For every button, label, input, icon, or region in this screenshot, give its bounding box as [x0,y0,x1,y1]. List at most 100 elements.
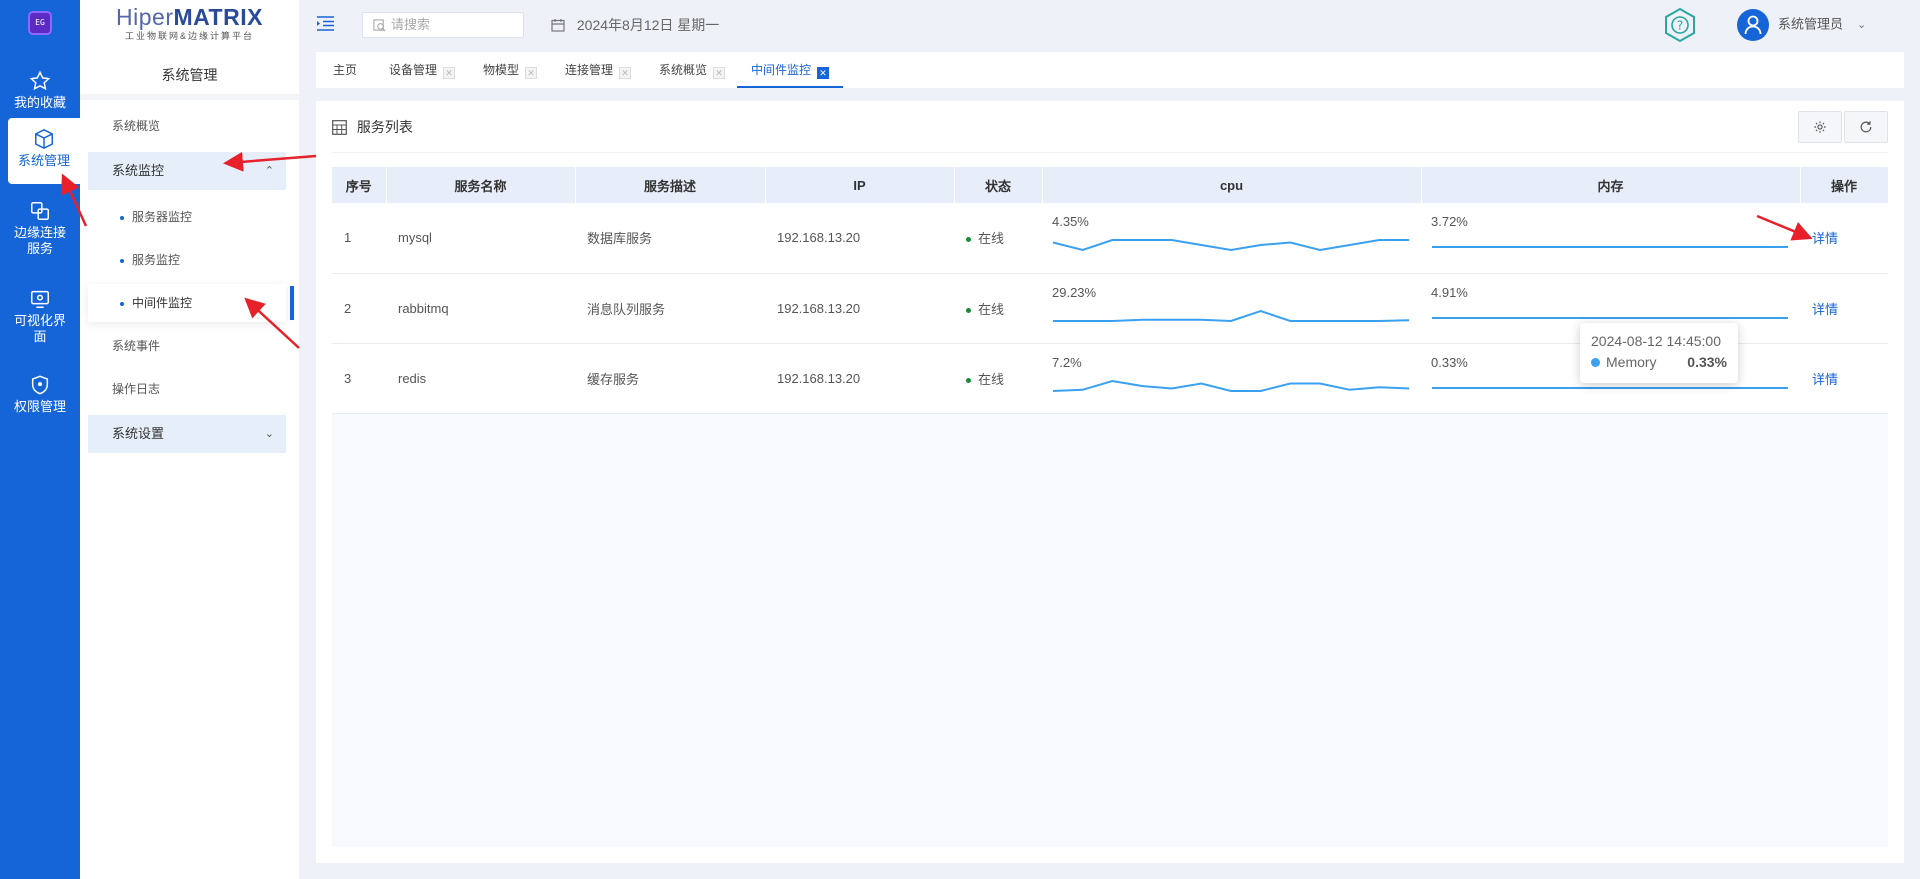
star-icon [29,70,51,91]
memory-sparkline [1432,246,1788,248]
cpu-cell: 29.23% [1042,273,1421,344]
cpu-sparkline [1052,239,1409,252]
service-name: mysql [386,203,575,274]
brand-logo: HiperMATRIX 工业物联网&边缘计算平台 [116,4,263,41]
row-number: 3 [332,343,386,414]
bullet-icon [120,301,124,306]
details-link[interactable]: 详情 [1800,343,1888,414]
help-icon[interactable]: ? [1663,7,1697,43]
sparkline-series [1053,309,1410,322]
table-row: 1 mysql 数据库服务 192.168.13.20 在线 4.35% 3.7… [332,203,1888,274]
menu-item-server-monitor[interactable]: 服务器监控 [88,198,286,236]
box-icon [35,129,53,149]
calendar-icon [551,19,565,32]
current-date: 2024年8月12日 星期一 [551,15,719,35]
rail-item-system-management[interactable]: 系统管理 [8,118,80,184]
close-icon[interactable]: ✕ [817,67,830,79]
cpu-cell: 4.35% [1042,203,1421,274]
column-header: 内存 [1421,167,1801,203]
online-dot-icon [966,377,971,383]
cpu-cell: 7.2% [1042,343,1421,414]
column-header: 序号 [332,167,387,203]
series-dot-icon [1591,358,1600,367]
close-icon[interactable]: ✕ [619,67,632,79]
column-header: 服务名称 [386,167,576,203]
monitor-icon [31,290,49,308]
tooltip-time: 2024-08-12 14:45:00 [1591,333,1721,349]
column-header: cpu [1042,167,1422,203]
user-menu[interactable]: 系统管理员 ⌄ [1737,9,1866,41]
rail-item-edge-connection[interactable]: 边缘连接 服务 [0,190,80,266]
tab-connection-management[interactable]: 连接管理 ✕ [565,52,632,88]
menu-item-middleware-monitor[interactable]: 中间件监控 [88,284,294,322]
online-dot-icon [966,307,971,313]
service-ip: 192.168.13.20 [765,273,954,344]
column-header: 服务描述 [575,167,766,203]
tooltip-series: Memory [1606,354,1657,370]
bullet-icon [120,215,124,220]
top-header: 请搜索 2024年8月12日 星期一 ? 系统管理员 ⌄ [299,0,1920,50]
table-icon [332,120,347,135]
service-description: 缓存服务 [575,343,765,414]
tab-middleware-monitor[interactable]: 中间件监控 ✕ [737,52,844,88]
service-name: rabbitmq [386,273,575,344]
search-icon [373,19,386,32]
refresh-button[interactable] [1844,111,1888,143]
memory-sparkline [1432,316,1788,319]
app-logo: EG [28,11,52,35]
tab-system-overview[interactable]: 系统概览 ✕ [659,52,726,88]
details-link[interactable]: 详情 [1800,203,1888,274]
sidebar-title: 系统管理 [80,50,299,100]
memory-cell: 3.72% [1421,203,1800,274]
details-link[interactable]: 详情 [1800,273,1888,344]
tab-home[interactable]: 主页 [333,52,357,88]
service-name: redis [386,343,575,414]
tab-device-management[interactable]: 设备管理 ✕ [389,52,456,88]
cpu-sparkline [1053,309,1410,322]
tooltip-value: 0.33% [1687,354,1727,370]
chevron-down-icon: ⌄ [264,428,274,440]
settings-button[interactable] [1798,111,1842,143]
menu-item-service-monitor[interactable]: 服务监控 [88,241,286,279]
close-icon[interactable]: ✕ [525,67,538,79]
link-icon [31,202,49,220]
bullet-icon [120,258,124,263]
chart-tooltip: 2024-08-12 14:45:00 Memory 0.33% [1580,323,1738,383]
column-header: IP [765,167,955,203]
primary-nav-rail: EG 我的收藏 系统管理 边缘连接 服务 可视化界 面 权限管理 [0,0,80,879]
search-input[interactable]: 请搜索 [362,12,524,38]
online-dot-icon [966,237,971,243]
cpu-sparkline [1052,379,1410,392]
status-badge: 在线 [954,343,1042,414]
row-number: 1 [332,203,386,274]
status-badge: 在线 [954,273,1042,344]
menu-toggle-icon[interactable] [317,16,334,31]
rail-item-permissions[interactable]: 权限管理 [0,364,80,430]
menu-item-system-events[interactable]: 系统事件 [88,327,286,365]
tab-thing-model[interactable]: 物模型 ✕ [483,52,538,88]
close-icon[interactable]: ✕ [443,67,456,79]
row-number: 2 [332,273,386,344]
service-ip: 192.168.13.20 [765,343,954,414]
service-ip: 192.168.13.20 [765,203,954,274]
menu-item-system-overview[interactable]: 系统概览 [88,107,286,145]
avatar [1737,9,1769,41]
gear-icon [1814,121,1826,133]
card-title: 服务列表 [332,117,413,137]
rail-item-favorites[interactable]: 我的收藏 [0,60,80,126]
service-description: 消息队列服务 [575,273,765,344]
chevron-up-icon: ⌃ [264,165,274,177]
sparkline-series [1052,379,1410,392]
close-icon[interactable]: ✕ [713,67,726,79]
menu-group-system-monitor[interactable]: 系统监控 ⌃ [88,152,286,190]
service-list-card: 服务列表 序号 服务名称 服务描述 IP 状态 cpu 内存 操作 1 mysq… [316,101,1904,863]
menu-group-system-settings[interactable]: 系统设置 ⌄ [88,415,286,453]
table-header-row: 序号 服务名称 服务描述 IP 状态 cpu 内存 操作 [332,167,1889,203]
column-header: 状态 [954,167,1043,203]
menu-item-operation-log[interactable]: 操作日志 [88,370,286,408]
refresh-icon [1860,121,1872,133]
rail-item-visualization[interactable]: 可视化界 面 [0,278,80,354]
secondary-sidebar: HiperMATRIX 工业物联网&边缘计算平台 系统管理 系统概览 系统监控 ⌃… [80,0,299,879]
svg-text:?: ? [1677,19,1683,33]
service-description: 数据库服务 [575,203,765,274]
